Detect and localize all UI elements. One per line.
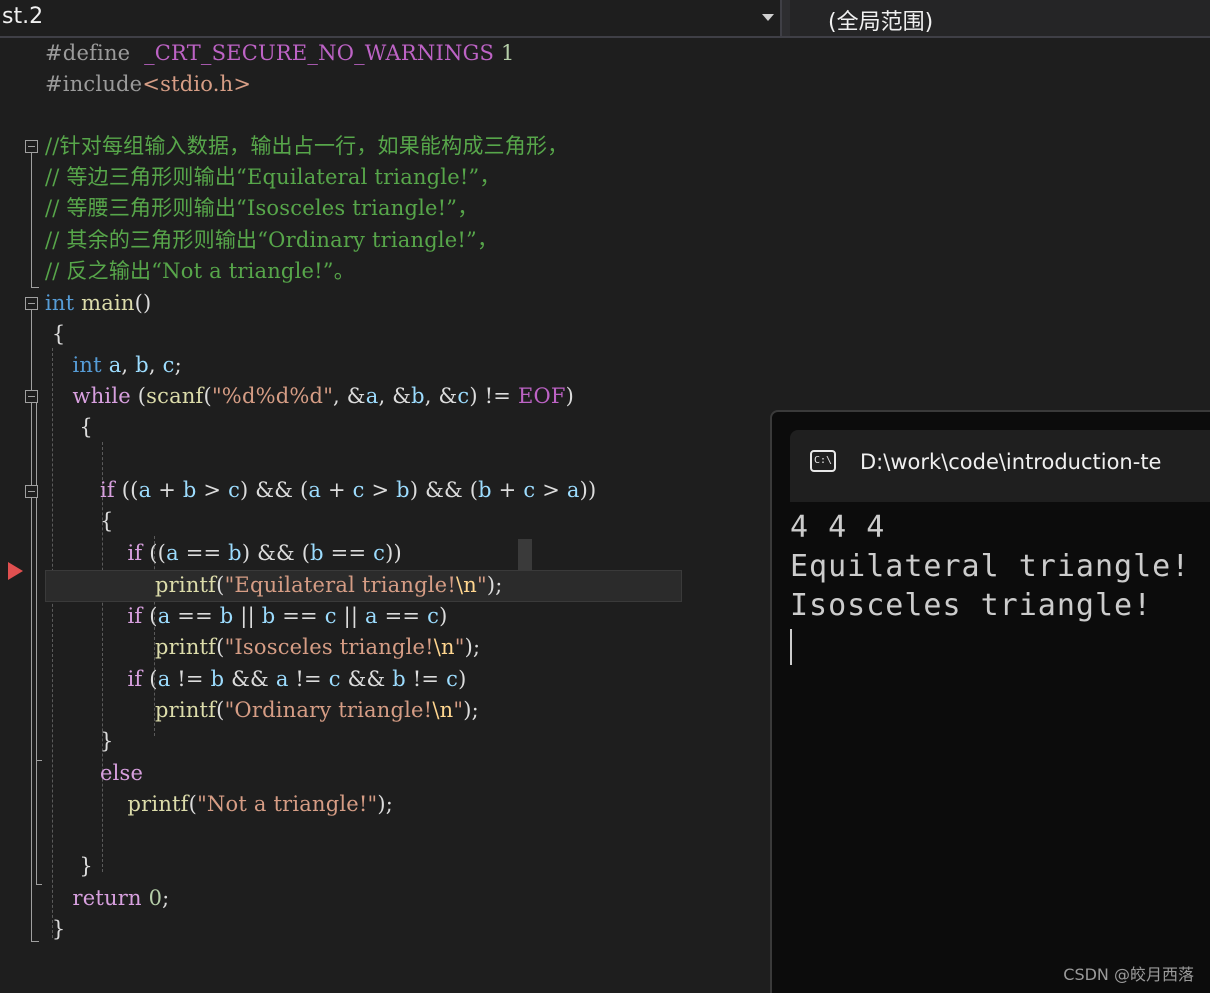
scope-dropdown-label: (全局范围) — [828, 10, 934, 35]
code-line-if-ordinary: if (a != b && a != c && b != c) — [127, 667, 467, 691]
function-name: printf — [127, 792, 189, 816]
brace-match-highlight — [518, 539, 532, 570]
code-line-else: else — [45, 758, 143, 789]
code-line-if-triangle: if ((a + b > c) && (a + c > b) && (b + c… — [100, 478, 597, 502]
code-line-brace: } — [45, 917, 66, 941]
project-dropdown[interactable]: st.2 — [0, 0, 782, 36]
function-name: scanf — [146, 384, 204, 408]
code-comment: //针对每组输入数据，输出占一行，如果能构成三角形， — [45, 134, 569, 158]
keyword: return — [72, 886, 142, 910]
keyword: int — [72, 353, 102, 377]
string-quote: " — [476, 573, 487, 597]
macro-name: EOF — [517, 384, 566, 408]
string-literal: "Isosceles triangle! — [224, 635, 434, 659]
console-output-line: Isosceles triangle! — [790, 588, 1153, 623]
fold-end — [36, 760, 42, 761]
keyword: else — [100, 761, 144, 785]
code-line-while: while (scanf("%d%d%d", &a, &b, &c) != EO… — [72, 384, 575, 408]
scope-dropdown[interactable]: (全局范围) — [790, 0, 1210, 36]
keyword: if — [127, 667, 143, 691]
editor-navigation-bar: st.2 (全局范围) — [0, 0, 1210, 38]
terminal-icon: C:\ — [810, 450, 836, 472]
collapse-icon[interactable] — [25, 297, 38, 310]
string-quote: " — [454, 635, 465, 659]
code-line-printf-equilateral: printf("Equilateral triangle!\n"); — [155, 573, 503, 597]
code-line-printf-isosceles: printf("Isosceles triangle!\n"); — [155, 635, 481, 659]
macro-name: _CRT_SECURE_NO_WARNINGS — [144, 41, 495, 65]
chevron-down-icon[interactable] — [762, 14, 774, 21]
collapse-icon[interactable] — [25, 140, 38, 153]
code-line-define: #define _CRT_SECURE_NO_WARNINGS 1 — [45, 38, 515, 69]
console-tab[interactable]: C:\ D:\work\code\introduction-te — [790, 430, 1210, 502]
escape-sequence: \n — [433, 635, 455, 659]
escape-sequence: \n — [432, 698, 454, 722]
function-name: main — [81, 291, 135, 315]
preprocessor-directive: #define — [45, 41, 131, 65]
console-title: D:\work\code\introduction-te — [860, 450, 1162, 474]
code-line-printf-not: printf("Not a triangle!"); — [127, 792, 394, 816]
code-line-main: int main() — [45, 291, 152, 315]
code-line-return: return 0; — [72, 886, 170, 910]
code-line-decl: int a, b, c; — [72, 353, 182, 377]
string-literal: "%d%d%d" — [211, 384, 334, 408]
keyword: while — [72, 384, 131, 408]
collapse-icon[interactable] — [25, 485, 38, 498]
collapse-icon[interactable] — [25, 390, 38, 403]
code-line-brace: { — [45, 415, 93, 439]
escape-sequence: \n — [455, 573, 477, 597]
string-literal: "Ordinary triangle! — [224, 698, 433, 722]
string-literal: "Not a triangle!" — [197, 792, 378, 816]
code-line-if-equilateral: if ((a == b) && (b == c)) — [127, 541, 402, 565]
keyword: if — [100, 478, 115, 502]
console-output-line: Equilateral triangle! — [790, 549, 1191, 584]
code-comment: // 其余的三角形则输出“Ordinary triangle!”， — [45, 228, 499, 252]
keyword: if — [127, 541, 143, 565]
code-line-if-isosceles: if (a == b || b == c || a == c) — [127, 604, 448, 628]
fold-line — [36, 498, 37, 760]
code-line-brace: } — [45, 854, 93, 878]
keyword: if — [127, 604, 143, 628]
code-line-brace: } — [45, 729, 114, 753]
project-dropdown-label: st.2 — [2, 4, 44, 29]
function-name: printf — [155, 698, 217, 722]
code-line-printf-ordinary: printf("Ordinary triangle!\n"); — [155, 698, 479, 722]
number-literal: 0 — [148, 886, 163, 910]
code-line-brace: { — [45, 322, 66, 346]
string-quote: " — [453, 698, 464, 722]
code-comment: // 等边三角形则输出“Equilateral triangle!”， — [45, 165, 501, 189]
fold-end — [31, 941, 39, 942]
function-name: printf — [155, 573, 217, 597]
fold-line — [31, 153, 32, 288]
text-cursor — [790, 629, 792, 665]
keyword: int — [45, 291, 75, 315]
fold-end — [31, 287, 39, 288]
watermark: CSDN @皎月西落 — [1063, 965, 1194, 984]
fold-end — [36, 884, 42, 885]
include-file: <stdio.h> — [142, 72, 252, 96]
console-window[interactable]: C:\ D:\work\code\introduction-te 4 4 4 E… — [770, 410, 1210, 993]
execution-pointer-icon — [8, 562, 23, 580]
console-output-line: 4 4 4 — [790, 510, 886, 545]
code-comment: // 等腰三角形则输出“Isosceles triangle!”， — [45, 196, 479, 220]
string-literal: "Equilateral triangle! — [224, 573, 456, 597]
code-line-include: #include<stdio.h> — [45, 69, 251, 100]
preprocessor-directive: #include — [45, 72, 143, 96]
function-name: printf — [155, 635, 217, 659]
macro-value: 1 — [501, 41, 515, 65]
code-line-brace: { — [45, 509, 114, 533]
code-comment: // 反之输出“Not a triangle!”。 — [45, 259, 355, 283]
fold-line — [31, 310, 32, 941]
